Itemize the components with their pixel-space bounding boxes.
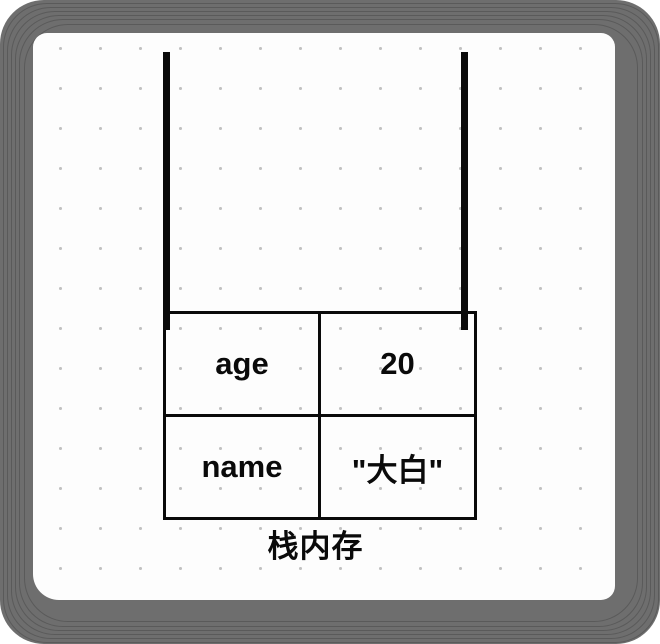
dotted-grid-canvas: age 20 name "大白" 栈内存 bbox=[33, 33, 615, 600]
outer-frame: age 20 name "大白" 栈内存 bbox=[0, 0, 660, 644]
stack-frame-table: age 20 name "大白" bbox=[163, 311, 477, 520]
stack-memory-diagram: age 20 name "大白" 栈内存 bbox=[33, 33, 615, 600]
stack-wall-right-line bbox=[461, 52, 468, 330]
table-row: age 20 bbox=[163, 311, 477, 417]
stack-variable-key: age bbox=[163, 311, 321, 417]
stack-wall-left-line bbox=[163, 52, 170, 330]
table-row: name "大白" bbox=[163, 414, 477, 520]
stack-variable-value: 20 bbox=[318, 311, 477, 417]
diagram-caption: 栈内存 bbox=[267, 529, 364, 565]
stack-variable-key: name bbox=[163, 414, 321, 520]
stack-variable-value: "大白" bbox=[318, 414, 477, 520]
